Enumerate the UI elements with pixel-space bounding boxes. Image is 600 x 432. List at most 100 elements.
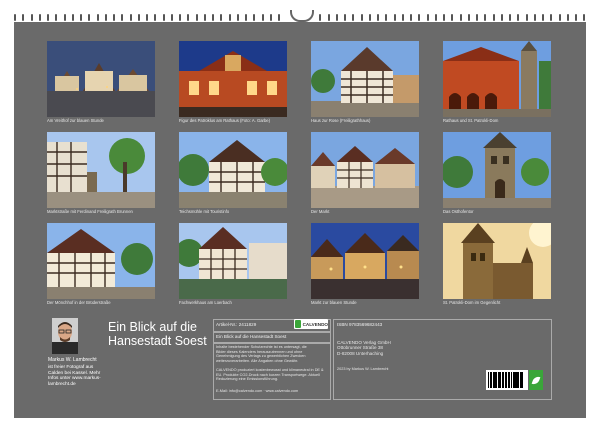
binding-ring bbox=[63, 14, 66, 21]
binding-ring bbox=[22, 14, 25, 21]
article-number: Artikel-Nr.: 2411829 bbox=[216, 322, 257, 327]
binding-ring bbox=[393, 14, 396, 21]
calendar-photo bbox=[443, 223, 551, 299]
binding-ring bbox=[269, 14, 272, 21]
binding-ring bbox=[327, 14, 330, 21]
photo-caption: Haus zur Rose (Freiligrathhaus) bbox=[311, 118, 371, 123]
calendar-photo bbox=[311, 223, 419, 299]
binding-ring bbox=[492, 14, 495, 21]
binding-ring bbox=[385, 14, 388, 21]
calendar-title-info: Ein Blick auf die Hansestadt Soest bbox=[216, 334, 287, 339]
binding-ring bbox=[220, 14, 223, 21]
binding-ring bbox=[203, 14, 206, 21]
author-portrait bbox=[52, 318, 78, 354]
calendar-title: Ein Blick auf die Hansestadt Soest bbox=[108, 320, 207, 348]
photo-caption: Marktstraße mit Ferdinand Freiligrath Br… bbox=[47, 209, 133, 214]
title-line-1: Ein Blick auf die bbox=[108, 320, 197, 334]
binding-ring bbox=[137, 14, 140, 21]
photo-timber-wide bbox=[47, 223, 155, 299]
photo-caption: Fachwerkhaus am Loerbach bbox=[179, 300, 232, 305]
calendar-photo bbox=[179, 223, 287, 299]
production-line: CALVENDO produziert kostenbewusst und kl… bbox=[216, 368, 324, 372]
calendar-binding bbox=[0, 0, 600, 22]
binding-ring bbox=[335, 14, 338, 21]
title-line-2: Hansestadt Soest bbox=[108, 334, 207, 348]
binding-ring bbox=[14, 14, 16, 21]
publisher-line: D-82008 Unterhaching bbox=[337, 350, 384, 356]
binding-ring bbox=[377, 14, 379, 21]
binding-ring bbox=[451, 14, 454, 21]
barcode bbox=[486, 370, 528, 390]
binding-ring bbox=[228, 14, 231, 21]
photo-caption: Teichsmühle mit Touristinfo bbox=[179, 209, 230, 214]
binding-ring bbox=[558, 14, 561, 21]
production-line: Reduzierung eine Emissionsführung. bbox=[216, 377, 279, 382]
production-text: CALVENDO produziert kostenbewusst und kl… bbox=[216, 368, 328, 382]
isbn: ISBN 9783569682443 bbox=[337, 322, 383, 327]
binding-ring bbox=[187, 14, 190, 21]
calendar-photo bbox=[311, 41, 419, 117]
author-bio-line: lambrecht.de bbox=[48, 381, 76, 387]
binding-ring bbox=[179, 14, 181, 21]
description-text: Inhalte bestehender Schutzrechte ist es … bbox=[216, 345, 328, 363]
calendar-photo bbox=[47, 132, 155, 208]
binding-ring bbox=[344, 14, 346, 21]
binding-ring bbox=[426, 14, 429, 21]
calvendo-logo: CALVENDO bbox=[294, 319, 328, 329]
binding-ring bbox=[410, 14, 412, 21]
binding-ring bbox=[509, 14, 511, 21]
binding-ring bbox=[236, 14, 239, 21]
author-name: Markus W. Lambrecht bbox=[48, 357, 97, 363]
binding-ring bbox=[212, 14, 214, 21]
binding-ring bbox=[476, 14, 478, 21]
binding-ring bbox=[459, 14, 462, 21]
photo-caption: Markt zur blauen Stunde bbox=[311, 300, 357, 305]
binding-ring bbox=[550, 14, 553, 21]
binding-ring bbox=[113, 14, 115, 21]
binding-ring bbox=[360, 14, 363, 21]
binding-ring bbox=[80, 14, 82, 21]
photo-red-building-night bbox=[179, 41, 287, 117]
photo-caption: Figur des Patroklus am Rathaus (Foto: A.… bbox=[179, 118, 271, 123]
binding-ring bbox=[55, 14, 58, 21]
photo-timber-green bbox=[179, 132, 287, 208]
copyright: 2023 by Markus W. Lambrecht bbox=[337, 367, 389, 371]
binding-ring bbox=[162, 14, 165, 21]
binding-ring bbox=[47, 14, 49, 21]
binding-ring bbox=[96, 14, 99, 21]
info-divider bbox=[213, 342, 331, 344]
calendar-photo bbox=[179, 132, 287, 208]
binding-ring bbox=[30, 14, 33, 21]
photo-caption: St. Patrokli-Dom im Gegenlicht bbox=[443, 300, 501, 305]
calendar-photo bbox=[47, 41, 155, 117]
info-divider bbox=[213, 331, 331, 333]
binding-ring bbox=[583, 14, 586, 21]
binding-ring bbox=[401, 14, 404, 21]
author-bio: ist freier Fotograf aus Calden bei Kasse… bbox=[48, 365, 128, 387]
calendar-photo bbox=[311, 132, 419, 208]
calendar-photo bbox=[47, 223, 155, 299]
calendar-photo bbox=[443, 41, 551, 117]
binding-ring bbox=[104, 14, 107, 21]
binding-ring bbox=[253, 14, 256, 21]
binding-ring bbox=[467, 14, 470, 21]
photo-square-dusk bbox=[47, 41, 155, 117]
calendar-photo bbox=[443, 132, 551, 208]
photo-red-arcade bbox=[443, 41, 551, 117]
binding-ring bbox=[566, 14, 569, 21]
contact-text: E-Mail: info@calvendo.com · www.calvendo… bbox=[216, 389, 299, 393]
photo-caption: Der Markt bbox=[311, 209, 330, 214]
photo-timber-day bbox=[311, 41, 419, 117]
binding-ring bbox=[418, 14, 421, 21]
publisher-address: CALVENDO Verlag GmbH Ottobrunner Straße … bbox=[337, 340, 457, 356]
binding-ring bbox=[38, 14, 41, 21]
eco-badge bbox=[529, 370, 543, 390]
binding-ring bbox=[146, 14, 148, 21]
binding-ring bbox=[154, 14, 157, 21]
photo-market-night bbox=[311, 223, 419, 299]
binding-ring bbox=[129, 14, 132, 21]
photo-canal-timber bbox=[179, 223, 287, 299]
binding-ring bbox=[71, 14, 74, 21]
binding-ring bbox=[195, 14, 198, 21]
binding-ring bbox=[368, 14, 371, 21]
